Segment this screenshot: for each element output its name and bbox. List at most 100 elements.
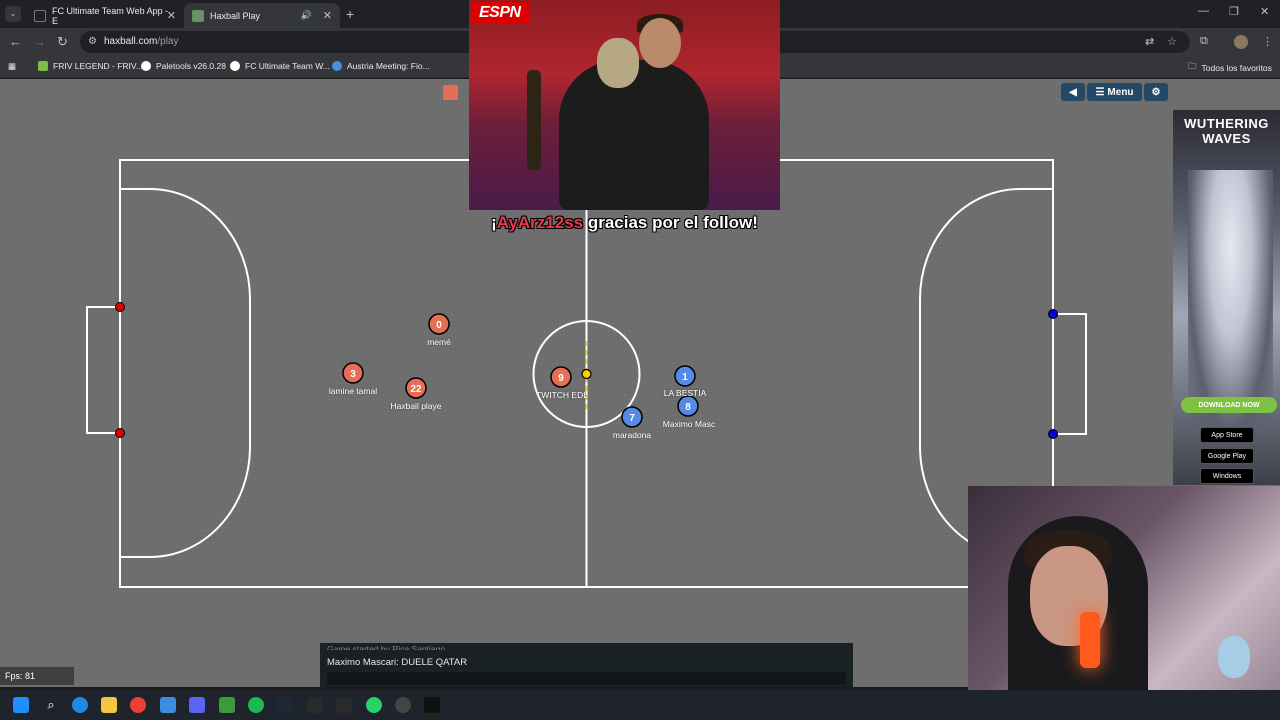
bookmark-favicon xyxy=(332,61,342,71)
profile-avatar[interactable] xyxy=(1234,35,1248,49)
windows-badge[interactable]: Windows xyxy=(1200,468,1254,484)
player-disc: 7 xyxy=(621,406,643,428)
bookmark-favicon xyxy=(141,61,151,71)
minecraft-icon[interactable] xyxy=(219,697,235,713)
edge-icon[interactable] xyxy=(72,697,88,713)
bookmark-label: FC Ultimate Team W... xyxy=(245,61,330,71)
obs-icon[interactable] xyxy=(395,697,411,713)
close-icon[interactable]: ✕ xyxy=(323,9,332,22)
reload-button[interactable]: ↻ xyxy=(57,34,68,50)
player-disc: 0 xyxy=(428,313,450,335)
bookmark-label: Austria Meeting: Fio... xyxy=(347,61,430,71)
maximize-button[interactable]: ❐ xyxy=(1229,5,1239,18)
left-goalpost xyxy=(115,428,125,438)
wuthering-waves-ad[interactable]: WUTHERING WAVES DOWNLOAD NOW App Store Go… xyxy=(1173,110,1280,485)
tab-favicon xyxy=(34,9,46,22)
chat-message: Maximo Mascari: DUELE QATAR xyxy=(327,657,468,668)
app-store-badge[interactable]: App Store xyxy=(1200,427,1254,443)
tab-search-button[interactable]: ⌄ xyxy=(5,6,21,22)
bookmark-austria-meeting[interactable]: Austria Meeting: Fio... xyxy=(332,61,430,71)
extensions-icon[interactable]: ⧉ xyxy=(1200,35,1208,48)
tab-title: FC Ultimate Team Web App - E xyxy=(51,5,169,26)
menu-icon: ☰ xyxy=(1095,86,1105,98)
bookmark-friv[interactable]: FRIV LEGEND - FRIV... xyxy=(38,61,143,71)
gear-icon: ⚙ xyxy=(1151,86,1161,98)
svg-text:8: 8 xyxy=(685,402,691,413)
speaker-icon[interactable]: 🔊 xyxy=(301,10,312,21)
tab-title: Haxball Play xyxy=(210,10,261,21)
folder-icon: 🗀 xyxy=(1188,61,1197,71)
bookmark-fc-ultimate[interactable]: FC Ultimate Team W... xyxy=(230,61,330,71)
tab-favicon xyxy=(192,9,204,22)
red-team-score-indicator xyxy=(443,85,458,100)
google-play-badge[interactable]: Google Play xyxy=(1200,448,1254,464)
chat-input[interactable] xyxy=(327,672,846,685)
player-disc: 1 xyxy=(674,365,696,387)
tab-fc-ultimate-team[interactable]: FC Ultimate Team Web App - E ✕ xyxy=(26,3,184,28)
game-top-controls: ◀ ☰ Menu ⚙ xyxy=(1061,83,1168,101)
player-disc: 8 xyxy=(677,395,699,417)
svg-text:22: 22 xyxy=(410,384,422,395)
bookmark-star-icon[interactable]: ☆ xyxy=(1167,35,1177,48)
left-goalpost xyxy=(115,302,125,312)
bookmark-label: FRIV LEGEND - FRIV... xyxy=(53,61,143,71)
webcam-overlay xyxy=(968,486,1280,720)
right-goalpost xyxy=(1048,309,1058,319)
svg-text:3: 3 xyxy=(350,369,356,380)
capcut-icon[interactable] xyxy=(336,697,352,713)
windows-start-icon[interactable] xyxy=(13,697,29,713)
close-window-button[interactable]: ✕ xyxy=(1260,5,1269,18)
forward-button[interactable]: → xyxy=(33,34,46,49)
tab-haxball-play[interactable]: Haxball Play 🔊 ✕ xyxy=(184,3,340,28)
svg-text:1: 1 xyxy=(682,372,688,383)
player-name-label: Haxball playe xyxy=(390,401,442,411)
player-name-label: LA BESTIA xyxy=(663,388,707,398)
player-name-label: lamine tamal xyxy=(328,386,378,396)
translate-icon[interactable]: ⇄ xyxy=(1145,35,1154,48)
apps-grid-icon[interactable]: ▦ xyxy=(8,61,16,72)
minimize-button[interactable]: — xyxy=(1198,5,1209,17)
ad-character-art xyxy=(1188,170,1273,430)
orange-lamp xyxy=(1080,612,1100,668)
close-icon[interactable]: ✕ xyxy=(167,9,176,22)
new-tab-button[interactable]: + xyxy=(346,6,354,22)
stream-video-overlay: ESPN xyxy=(469,0,780,210)
menu-label: Menu xyxy=(1107,86,1134,98)
all-bookmarks[interactable]: 🗀 Todos los favoritos xyxy=(1188,61,1272,75)
speaker-icon: ◀ xyxy=(1069,86,1077,98)
bookmark-favicon xyxy=(38,61,48,71)
whatsapp-icon[interactable] xyxy=(366,697,382,713)
epic-games-icon[interactable] xyxy=(307,697,323,713)
file-explorer-icon[interactable] xyxy=(101,697,117,713)
chrome-icon[interactable] xyxy=(130,697,146,713)
video-figure-head xyxy=(639,18,681,68)
fps-counter: Fps: 81 xyxy=(0,667,74,685)
store-icon[interactable] xyxy=(160,697,176,713)
player-name-label: maradona xyxy=(612,430,652,440)
sound-toggle-button[interactable]: ◀ xyxy=(1061,83,1085,101)
discord-icon[interactable] xyxy=(189,697,205,713)
app-icon[interactable] xyxy=(424,697,440,713)
bookmark-favicon xyxy=(230,61,240,71)
plush-toy xyxy=(1218,636,1250,678)
spotify-icon[interactable] xyxy=(248,697,264,713)
ball xyxy=(581,368,592,380)
svg-text:9: 9 xyxy=(558,373,564,384)
menu-button[interactable]: ☰ Menu xyxy=(1087,83,1142,101)
bookmark-paletools[interactable]: Paletools v26.0.28 xyxy=(141,61,226,71)
follower-name: AyArz12ss xyxy=(496,213,584,232)
back-button[interactable]: ← xyxy=(9,34,22,49)
download-now-button[interactable]: DOWNLOAD NOW xyxy=(1181,397,1277,413)
site-info-icon[interactable]: ⚙ xyxy=(88,36,97,47)
steam-icon[interactable] xyxy=(277,697,293,713)
video-figure xyxy=(559,60,709,210)
more-menu-icon[interactable]: ⋮ xyxy=(1262,35,1273,48)
chat-previous-message: Game started by Rica Santiago xyxy=(327,644,446,650)
settings-button[interactable]: ⚙ xyxy=(1144,83,1168,101)
right-goalpost xyxy=(1048,429,1058,439)
player-name-label: TWITCH EDL xyxy=(536,390,588,400)
svg-text:7: 7 xyxy=(629,413,635,424)
player-disc: 9 xyxy=(550,366,572,388)
search-icon[interactable]: ⌕ xyxy=(43,697,59,713)
follow-alert: ¡AyArz12ss gracias por el follow! xyxy=(469,213,780,233)
